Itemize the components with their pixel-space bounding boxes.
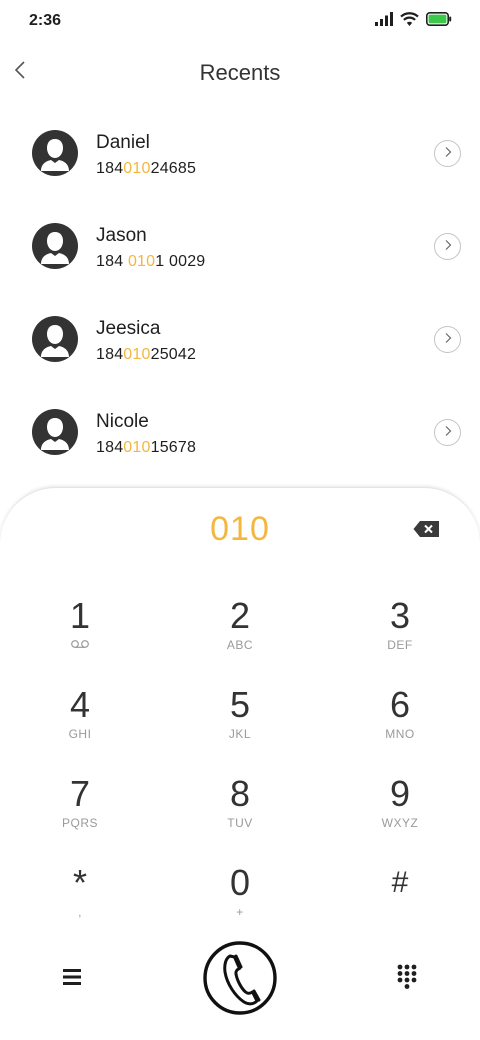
voicemail-icon: [20, 638, 140, 652]
menu-button[interactable]: [58, 965, 86, 989]
key-digit: 3: [389, 595, 411, 636]
key-3[interactable]: 3 DEF: [340, 596, 460, 676]
detail-button[interactable]: [434, 140, 461, 167]
contact-name: Jeesica: [96, 318, 161, 339]
contact-number: 18401024685: [96, 160, 197, 177]
key-7[interactable]: 7 PQRS: [20, 774, 140, 854]
backspace-icon: [412, 521, 442, 544]
contact-name: Nicole: [96, 411, 149, 432]
dialpad-sheet: 010 1 2 ABC 3 DEF 4 GHI 5 JKL 6 MNO 7 PQ…: [0, 487, 480, 1040]
avatar: [32, 130, 78, 176]
chevron-right-icon: [444, 331, 452, 349]
chevron-right-icon: [444, 424, 452, 442]
person-icon: [41, 325, 69, 357]
list-item[interactable]: Nicole 18401015678: [0, 385, 480, 478]
signal-icon: [375, 12, 393, 31]
key-letters: DEF: [387, 638, 413, 652]
detail-button[interactable]: [434, 326, 461, 353]
header: Recents: [0, 52, 480, 92]
key-digit: 7: [69, 773, 91, 814]
key-digit: *: [72, 862, 87, 903]
list-item[interactable]: Jeesica 18401025042: [0, 292, 480, 385]
key-0[interactable]: 0 +: [180, 863, 300, 943]
key-8[interactable]: 8 TUV: [180, 774, 300, 854]
status-bar: 2:36: [0, 0, 480, 44]
page-title: Recents: [199, 60, 281, 85]
key-5[interactable]: 5 JKL: [180, 685, 300, 765]
list-item[interactable]: Jason 184 0101 0029: [0, 199, 480, 292]
key-digit: 0: [229, 862, 251, 903]
chevron-right-icon: [444, 145, 452, 163]
key-digit: 9: [389, 773, 411, 814]
key-letters: +: [236, 905, 244, 919]
key-letters: GHI: [68, 727, 92, 741]
status-time: 2:36: [29, 12, 62, 29]
key-digit: 5: [229, 684, 251, 725]
avatar: [32, 223, 78, 269]
phone-icon: [202, 941, 278, 1020]
key-1[interactable]: 1: [20, 596, 140, 676]
menu-icon: [58, 969, 86, 993]
contact-number: 184 0101 0029: [96, 253, 206, 270]
avatar: [32, 316, 78, 362]
keypad-icon: [393, 964, 421, 994]
key-digit: 1: [69, 595, 91, 636]
key-6[interactable]: 6 MNO: [340, 685, 460, 765]
key-digit: #: [391, 866, 409, 899]
key-letters: ABC: [226, 638, 254, 652]
avatar: [32, 409, 78, 455]
key-letters: TUV: [227, 816, 253, 830]
person-icon: [41, 418, 69, 450]
chevron-right-icon: [444, 238, 452, 256]
key-digit: 2: [229, 595, 251, 636]
contact-name: Jason: [96, 225, 147, 246]
key-hash[interactable]: #: [340, 863, 460, 943]
key-digit: 8: [229, 773, 251, 814]
dialpad-bottom-bar: [0, 935, 480, 1015]
key-2[interactable]: 2 ABC: [180, 596, 300, 676]
detail-button[interactable]: [434, 419, 461, 446]
battery-icon: [426, 12, 452, 31]
key-letters: [340, 905, 460, 919]
detail-button[interactable]: [434, 233, 461, 260]
key-9[interactable]: 9 WXYZ: [340, 774, 460, 854]
wifi-icon: [400, 12, 419, 31]
backspace-button[interactable]: [412, 518, 442, 540]
call-button[interactable]: [202, 940, 278, 1016]
person-icon: [41, 232, 69, 264]
contact-number: 18401015678: [96, 439, 197, 456]
person-icon: [41, 139, 69, 171]
contact-name: Daniel: [96, 132, 150, 153]
key-digit: 4: [69, 684, 91, 725]
status-icons: [375, 12, 452, 31]
key-letters: PQRS: [61, 816, 98, 830]
key-letters: JKL: [228, 727, 252, 741]
key-letters: MNO: [385, 727, 415, 741]
dialed-number: 010: [210, 510, 270, 548]
key-letters: WXYZ: [381, 816, 419, 830]
key-letters: ,: [78, 905, 82, 919]
keypad-toggle-button[interactable]: [393, 962, 421, 990]
key-star[interactable]: * ,: [20, 863, 140, 943]
contact-number: 18401025042: [96, 346, 197, 363]
key-4[interactable]: 4 GHI: [20, 685, 140, 765]
key-digit: 6: [389, 684, 411, 725]
list-item[interactable]: Daniel 18401024685: [0, 106, 480, 199]
